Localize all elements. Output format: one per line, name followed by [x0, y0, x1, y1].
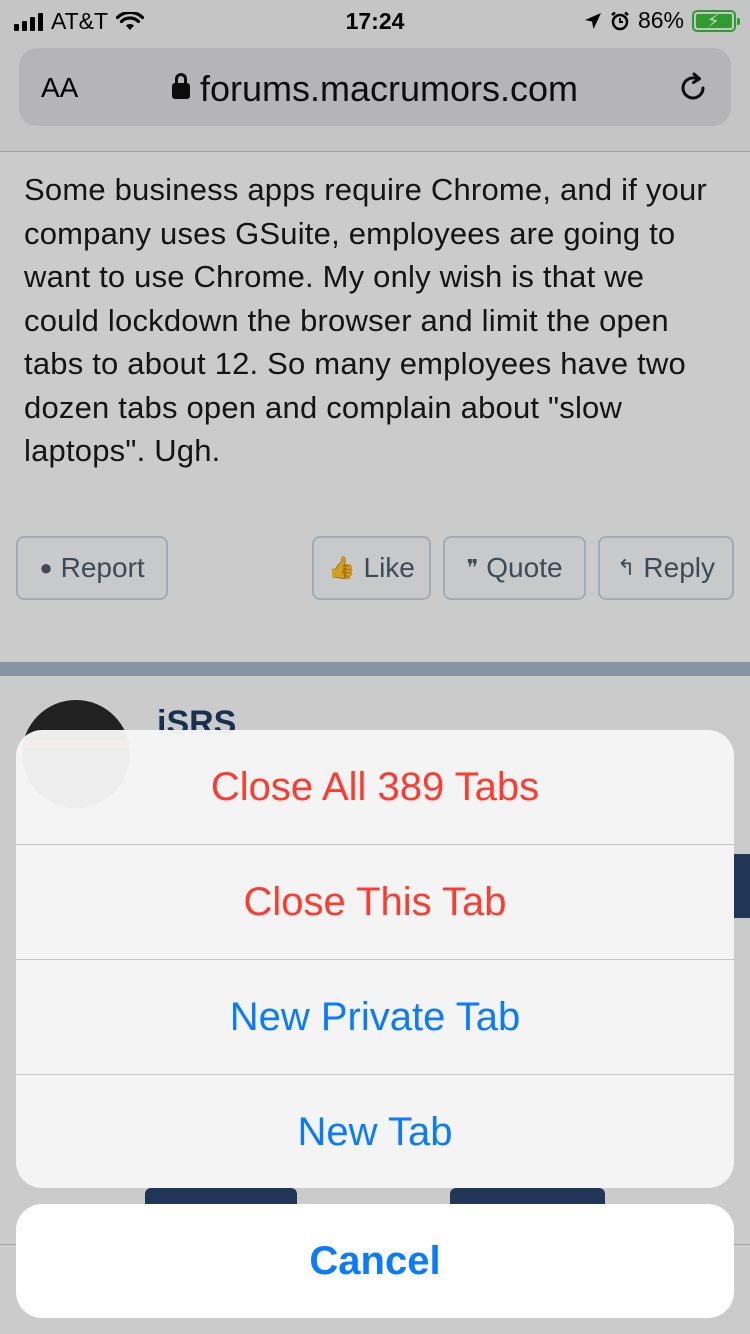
cancel-button[interactable]: Cancel [16, 1204, 734, 1318]
new-tab-button[interactable]: New Tab [16, 1075, 734, 1188]
new-private-tab-button[interactable]: New Private Tab [16, 960, 734, 1075]
close-all-tabs-button[interactable]: Close All 389 Tabs [16, 730, 734, 845]
action-sheet: Close All 389 Tabs Close This Tab New Pr… [16, 730, 734, 1188]
close-this-tab-button[interactable]: Close This Tab [16, 845, 734, 960]
